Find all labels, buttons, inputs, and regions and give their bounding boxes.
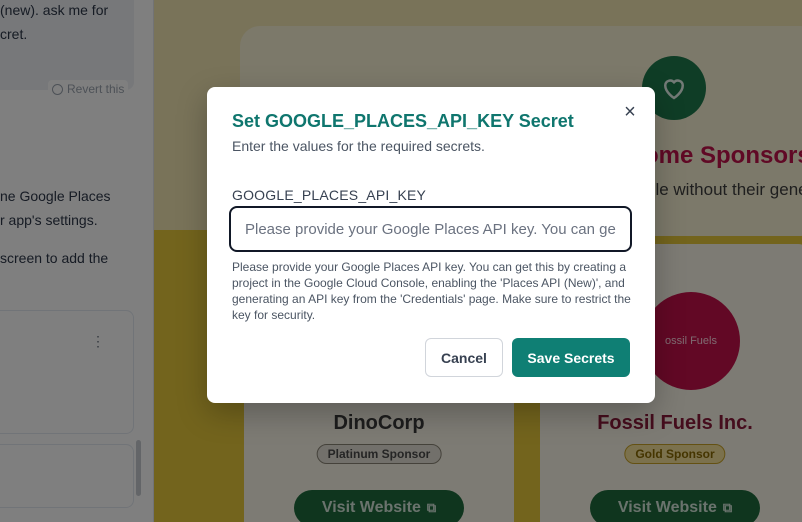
dialog-description: Enter the values for the required secret… [232,138,485,154]
save-secrets-button[interactable]: Save Secrets [512,338,630,377]
dialog-title: Set GOOGLE_PLACES_API_KEY Secret [232,111,574,131]
api-key-label: GOOGLE_PLACES_API_KEY [232,187,427,203]
secret-dialog: Set GOOGLE_PLACES_API_KEY Secret Enter t… [207,87,655,403]
api-key-help-text: Please provide your Google Places API ke… [232,260,631,322]
api-key-input[interactable] [229,206,632,252]
cancel-button[interactable]: Cancel [425,338,503,377]
close-icon[interactable]: × [619,101,641,123]
